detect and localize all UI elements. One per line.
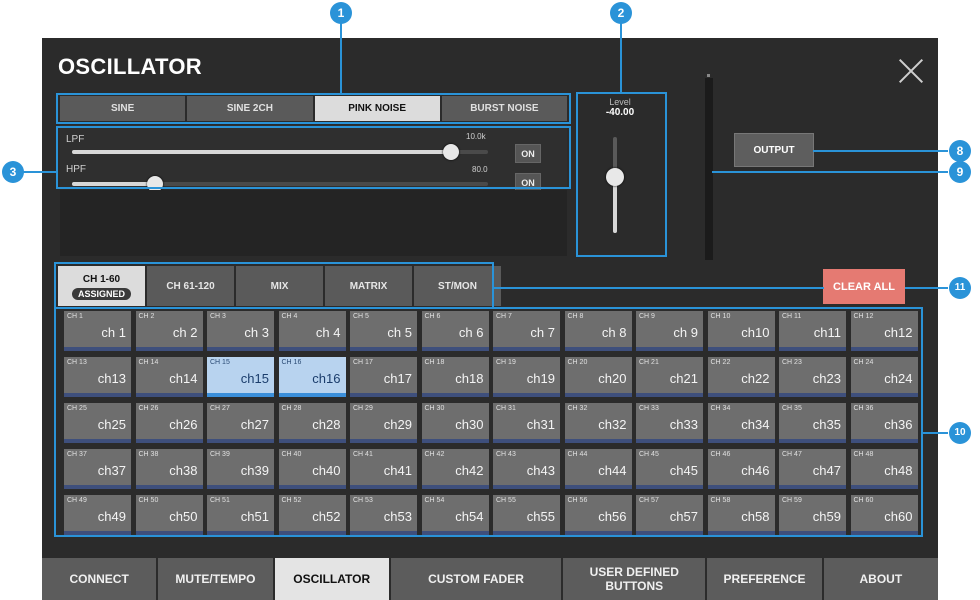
callout-outline-10-tabs <box>54 262 494 309</box>
window-title: OSCILLATOR <box>58 54 202 79</box>
meter-peak-dot <box>707 74 710 77</box>
nav-preference[interactable]: PREFERENCE <box>707 558 822 600</box>
callout-line-10 <box>923 432 948 434</box>
clear-all-button[interactable]: CLEAR ALL <box>823 269 905 304</box>
nav-oscillator[interactable]: OSCILLATOR <box>274 558 389 600</box>
callout-line-3 <box>22 171 57 173</box>
callout-line-10-link <box>494 287 824 289</box>
callout-badge-11: 11 <box>949 277 971 299</box>
callout-badge-8: 8 <box>949 140 971 162</box>
callout-outline-2 <box>576 92 667 257</box>
close-icon[interactable] <box>898 58 924 84</box>
callout-outline-1 <box>56 93 571 124</box>
callout-line-9 <box>712 171 948 173</box>
nav-connect[interactable]: CONNECT <box>42 558 157 600</box>
nav-user-defined-buttons[interactable]: USER DEFINED BUTTONS <box>563 558 706 600</box>
bottom-navigation: CONNECT MUTE/TEMPO OSCILLATOR CUSTOM FAD… <box>42 558 938 600</box>
filter-graph-area <box>60 190 567 256</box>
callout-line-2 <box>620 22 622 93</box>
nav-about[interactable]: ABOUT <box>823 558 938 600</box>
nav-custom-fader[interactable]: CUSTOM FADER <box>390 558 562 600</box>
output-level-meter <box>705 78 713 260</box>
callout-badge-10: 10 <box>949 422 971 444</box>
callout-badge-9: 9 <box>949 161 971 183</box>
callout-badge-3: 3 <box>2 161 24 183</box>
callout-line-11 <box>905 287 948 289</box>
callout-outline-3 <box>56 126 571 189</box>
output-button[interactable]: OUTPUT <box>734 133 814 167</box>
callout-line-8 <box>813 150 948 152</box>
callout-badge-2: 2 <box>610 2 632 24</box>
callout-line-1 <box>340 22 342 94</box>
callout-badge-1: 1 <box>330 2 352 24</box>
nav-mute-tempo[interactable]: MUTE/TEMPO <box>158 558 273 600</box>
callout-outline-10-grid <box>54 307 923 537</box>
